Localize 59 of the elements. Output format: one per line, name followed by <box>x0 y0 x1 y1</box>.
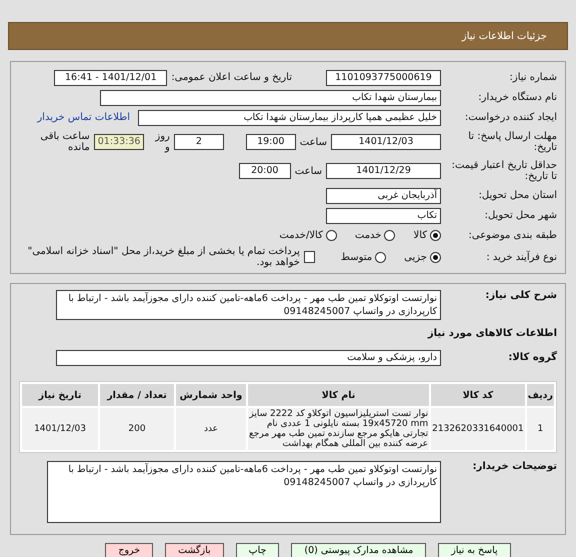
action-button[interactable]: مشاهده مدارک پیوستی (0) <box>291 543 426 557</box>
checkbox[interactable] <box>304 251 315 263</box>
category-radio[interactable]: خدمت <box>354 230 396 241</box>
checkbox-label: پرداخت تمام یا بخشی از مبلغ خرید،از محل "اسناد خزانه اسلامی" خواهد بود. <box>26 246 300 268</box>
table-cell: 200 <box>100 408 174 450</box>
field-label: حداقل تاریخ اعتبار قیمت: تا تاریخ: <box>450 160 557 182</box>
field-label: ساعت <box>294 166 322 176</box>
column-header: کد کالا <box>431 384 525 406</box>
creator-field: خلیل عظیمی همپا کارپرداز بیمارستان شهدا تکاب <box>138 110 441 126</box>
action-button[interactable]: بازگشت <box>165 543 224 557</box>
field-label: ایجاد کننده درخواست: <box>464 112 557 123</box>
category-radio[interactable]: کالا/خدمت <box>279 230 337 241</box>
field-label: ساعت باقی مانده <box>39 131 90 153</box>
column-header: تاریخ نیاز <box>22 384 98 406</box>
description-field: نوارتست اوتوکلاو تمین طب مهر - پرداخت 6ماهه-تامین کننده دارای مجوزآیمد باشد - ارتباط با کارپردازی در واتساپ 09148245007 <box>56 290 441 320</box>
section-heading: اطلاعات کالاهای مورد نیاز <box>426 328 557 339</box>
field-label: شهر محل تحویل: <box>484 210 557 221</box>
field-label: استان محل تحویل: <box>478 190 557 201</box>
remaining-time-field: 01:33:36 <box>94 134 144 150</box>
announce-date-field: 1401/12/01 - 16:41 <box>54 70 168 86</box>
column-header: نام کالا <box>248 384 430 406</box>
goods-group-field: دارو، پزشکی و سلامت <box>56 350 441 366</box>
table-cell: 1 <box>526 408 554 450</box>
table-cell: 2132620331640001 <box>431 408 525 450</box>
category-radio[interactable]: کالا <box>413 230 441 241</box>
validity-time-field: 20:00 <box>238 163 291 179</box>
action-button[interactable]: پاسخ به نیاز <box>438 543 511 557</box>
action-button[interactable]: خروج <box>105 543 154 557</box>
action-button[interactable]: چاپ <box>236 543 280 557</box>
buyer-org-field: بیمارستان شهدا تکاب <box>100 90 441 106</box>
column-header: تعداد / مقدار <box>100 384 174 406</box>
column-header: واحد شمارش <box>176 384 246 406</box>
field-label: طبقه بندی موضوعی: <box>468 230 557 241</box>
field-label: شماره نیاز: <box>508 72 557 83</box>
field-label: شرح کلی نیاز: <box>484 290 557 301</box>
table-cell: نوار تست استریلیزاسیون اتوکلاو کد 2222 سایز 19x45720 mm بسته نایلونی 1 عددی نام تجارتی هایکو مرجع سازنده تمین طب مهر مرجع عرضه کننده بین المللی همگام بهداشت <box>248 408 430 450</box>
city-field: تکاب <box>326 208 441 224</box>
field-label: مهلت ارسال پاسخ: تا تاریخ: <box>467 131 557 153</box>
deadline-date-field: 1401/12/03 <box>330 134 441 150</box>
table-cell: 1401/12/03 <box>22 408 98 450</box>
table-cell: عدد <box>176 408 246 450</box>
need-number-field: 1101093775000619 <box>326 70 441 86</box>
province-field: آذربایجان غربی <box>326 188 441 204</box>
field-label: تاریخ و ساعت اعلان عمومی: <box>171 72 292 83</box>
page-title: جزئیات اطلاعات نیاز <box>462 30 547 42</box>
field-label: نوع فرآیند خرید : <box>485 252 557 262</box>
buyer-notes-field: نوارتست اوتوکلاو تمین طب مهر - پرداخت 6ماهه-تامین کننده دارای مجوزآیمد باشد - ارتباط با کارپردازی در واتساپ 09148245007 <box>47 461 441 523</box>
buyer-contact-link[interactable]: اطلاعات تماس خریدار <box>37 112 130 123</box>
days-field: 2 <box>174 134 224 150</box>
field-label: ساعت <box>300 136 327 148</box>
field-label: توضیحات خریدار: <box>472 461 557 472</box>
purchase-type-radio[interactable]: متوسط <box>340 252 386 262</box>
field-label: نام دستگاه خریدار: <box>477 92 557 103</box>
field-label: گروه کالا: <box>507 352 557 363</box>
column-header: ردیف <box>526 384 554 406</box>
deadline-time-field: 19:00 <box>246 134 296 150</box>
field-label: روز و <box>154 131 170 153</box>
validity-date-field: 1401/12/29 <box>326 163 441 179</box>
purchase-type-radio[interactable]: جزیی <box>404 252 441 262</box>
